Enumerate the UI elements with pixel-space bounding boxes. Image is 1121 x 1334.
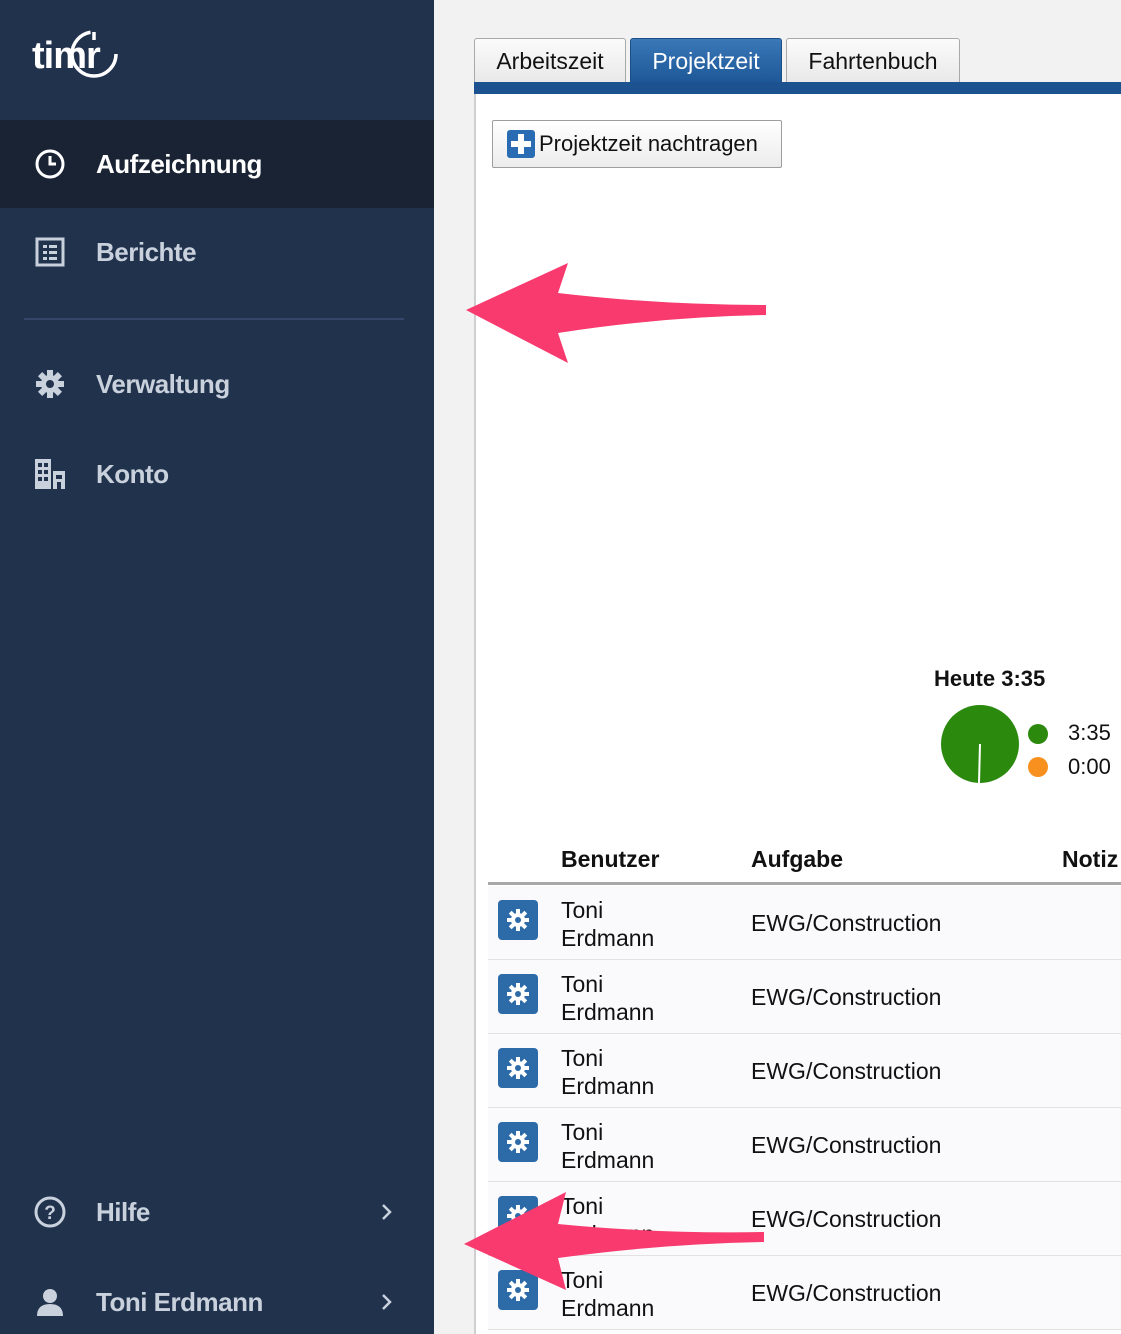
add-button-label: Projektzeit nachtragen xyxy=(539,131,758,156)
table-row[interactable]: ToniErdmann EWG/Construction xyxy=(488,1034,1121,1108)
sidebar-item-berichte[interactable]: Berichte xyxy=(0,208,434,296)
legend-dot-orange xyxy=(1028,757,1048,777)
sidebar-item-user[interactable]: Toni Erdmann xyxy=(0,1258,434,1334)
row-settings-icon[interactable] xyxy=(498,1048,538,1088)
clock-icon xyxy=(32,146,68,182)
tab-fahrtenbuch[interactable]: Fahrtenbuch xyxy=(786,38,960,84)
sidebar-item-label: Aufzeichnung xyxy=(96,148,262,179)
sidebar-divider xyxy=(24,318,404,320)
sidebar-item-label: Toni Erdmann xyxy=(96,1286,263,1317)
row-task: EWG/Construction xyxy=(751,1058,942,1084)
annotation-arrow-top-icon xyxy=(466,263,766,363)
legend-value-tracked: 3:35 xyxy=(1068,720,1111,745)
add-project-time-button[interactable]: Projektzeit nachtragen xyxy=(492,120,782,168)
svg-text:?: ? xyxy=(44,1203,56,1224)
gear-icon xyxy=(32,366,68,402)
sidebar: timr Aufzeichnung Berichte Verwaltung Ko… xyxy=(0,0,434,1334)
row-user: ToniErdmann xyxy=(561,971,655,1025)
column-header-note[interactable]: Notiz xyxy=(1062,846,1118,873)
sidebar-item-label: Hilfe xyxy=(96,1196,150,1227)
column-header-user[interactable]: Benutzer xyxy=(561,846,659,873)
sidebar-item-konto[interactable]: Konto xyxy=(0,430,434,518)
sidebar-item-label: Verwaltung xyxy=(96,368,230,399)
help-icon: ? xyxy=(32,1194,68,1230)
plus-icon xyxy=(507,130,535,158)
report-icon xyxy=(32,234,68,270)
chevron-right-icon xyxy=(380,1202,394,1222)
legend-value-other: 0:00 xyxy=(1068,754,1111,779)
table-row[interactable]: ToniErdmann EWG/Construction xyxy=(488,1108,1121,1182)
chevron-right-icon xyxy=(380,1292,394,1312)
sidebar-item-verwaltung[interactable]: Verwaltung xyxy=(0,340,434,428)
timr-logo-icon: timr xyxy=(32,30,118,78)
tab-bar-line xyxy=(474,82,1121,94)
today-total: Heute 3:35 xyxy=(934,666,1046,691)
table-row[interactable]: ToniErdmann EWG/Construction xyxy=(488,886,1121,960)
table-row[interactable]: ToniErdmann EWG/Construction xyxy=(488,960,1121,1034)
row-user: ToniErdmann xyxy=(561,1119,655,1173)
column-header-task[interactable]: Aufgabe xyxy=(751,846,843,873)
row-settings-icon[interactable] xyxy=(498,900,538,940)
row-settings-icon[interactable] xyxy=(498,974,538,1014)
row-user: ToniErdmann xyxy=(561,1045,655,1099)
tab-arbeitszeit[interactable]: Arbeitszeit xyxy=(474,38,626,84)
table-header-line xyxy=(488,882,1121,885)
tab-projektzeit[interactable]: Projektzeit xyxy=(630,38,782,84)
sidebar-item-label: Berichte xyxy=(96,236,197,267)
svg-text:timr: timr xyxy=(32,35,101,77)
row-task: EWG/Construction xyxy=(751,910,942,936)
row-user: ToniErdmann xyxy=(561,897,655,951)
sidebar-item-hilfe[interactable]: ? Hilfe xyxy=(0,1168,434,1256)
sidebar-item-aufzeichnung[interactable]: Aufzeichnung xyxy=(0,120,434,208)
timr-logo[interactable]: timr xyxy=(32,26,122,84)
today-pie-chart xyxy=(940,704,1020,784)
sidebar-item-label: Konto xyxy=(96,458,169,489)
user-icon xyxy=(32,1284,68,1320)
legend-dot-green xyxy=(1028,724,1048,744)
row-settings-icon[interactable] xyxy=(498,1122,538,1162)
row-task: EWG/Construction xyxy=(751,1132,942,1158)
row-task: EWG/Construction xyxy=(751,984,942,1010)
building-icon xyxy=(32,456,68,492)
annotation-arrow-bottom-icon xyxy=(464,1192,764,1290)
main-content: Arbeitszeit Projektzeit Fahrtenbuch Proj… xyxy=(434,0,1121,1334)
